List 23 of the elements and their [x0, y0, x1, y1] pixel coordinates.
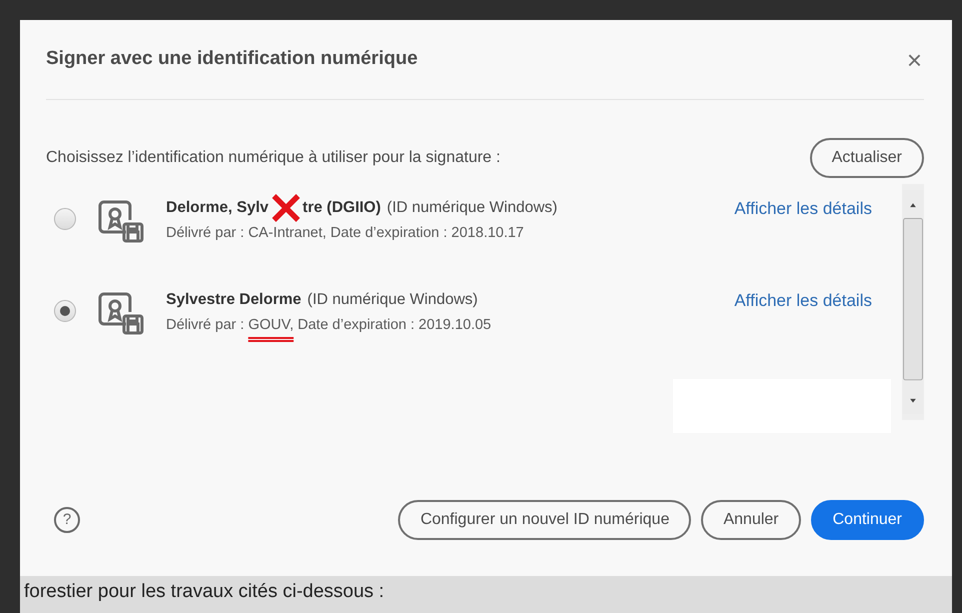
certificate-type: (ID numérique Windows): [386, 198, 558, 218]
certificate-icon: [96, 290, 146, 336]
certificate-type: (ID numérique Windows): [307, 290, 478, 310]
dialog-button[interactable]: Configurer un nouvel ID numérique: [398, 500, 692, 540]
certificate-name: Delorme, Sylv: [166, 198, 269, 218]
scrollbar[interactable]: [902, 184, 924, 420]
continue-button[interactable]: Continuer: [810, 500, 924, 540]
refresh-button[interactable]: Actualiser: [810, 138, 924, 178]
details-link[interactable]: Afficher les détails: [734, 196, 872, 222]
certificate-name: tre (DGIIO): [302, 198, 381, 218]
radio-button[interactable]: [54, 300, 76, 322]
document-text: forestier pour les travaux cités ci-dessous :: [20, 576, 952, 613]
dialog-title: Signer avec une identification numérique: [46, 48, 418, 71]
issuer-text: Délivré par : CA-Intranet, Date d’expiration : 2018.10.17: [166, 224, 525, 244]
certificate-icon: [96, 198, 146, 244]
certificate-name: Sylvestre Delorme: [166, 290, 302, 310]
instruction-text: Choisissez l’identification numérique à utiliser pour la signature :: [46, 148, 500, 168]
close-button[interactable]: ×: [904, 46, 924, 72]
details-link[interactable]: Afficher les détails: [734, 288, 872, 314]
issuer-text: Délivré par : GOUV, Date d’expiration : 2019.10.05: [166, 316, 492, 336]
radio-button[interactable]: [54, 208, 76, 230]
dialog-button[interactable]: Annuler: [701, 500, 801, 540]
help-button[interactable]: ?: [54, 507, 80, 533]
